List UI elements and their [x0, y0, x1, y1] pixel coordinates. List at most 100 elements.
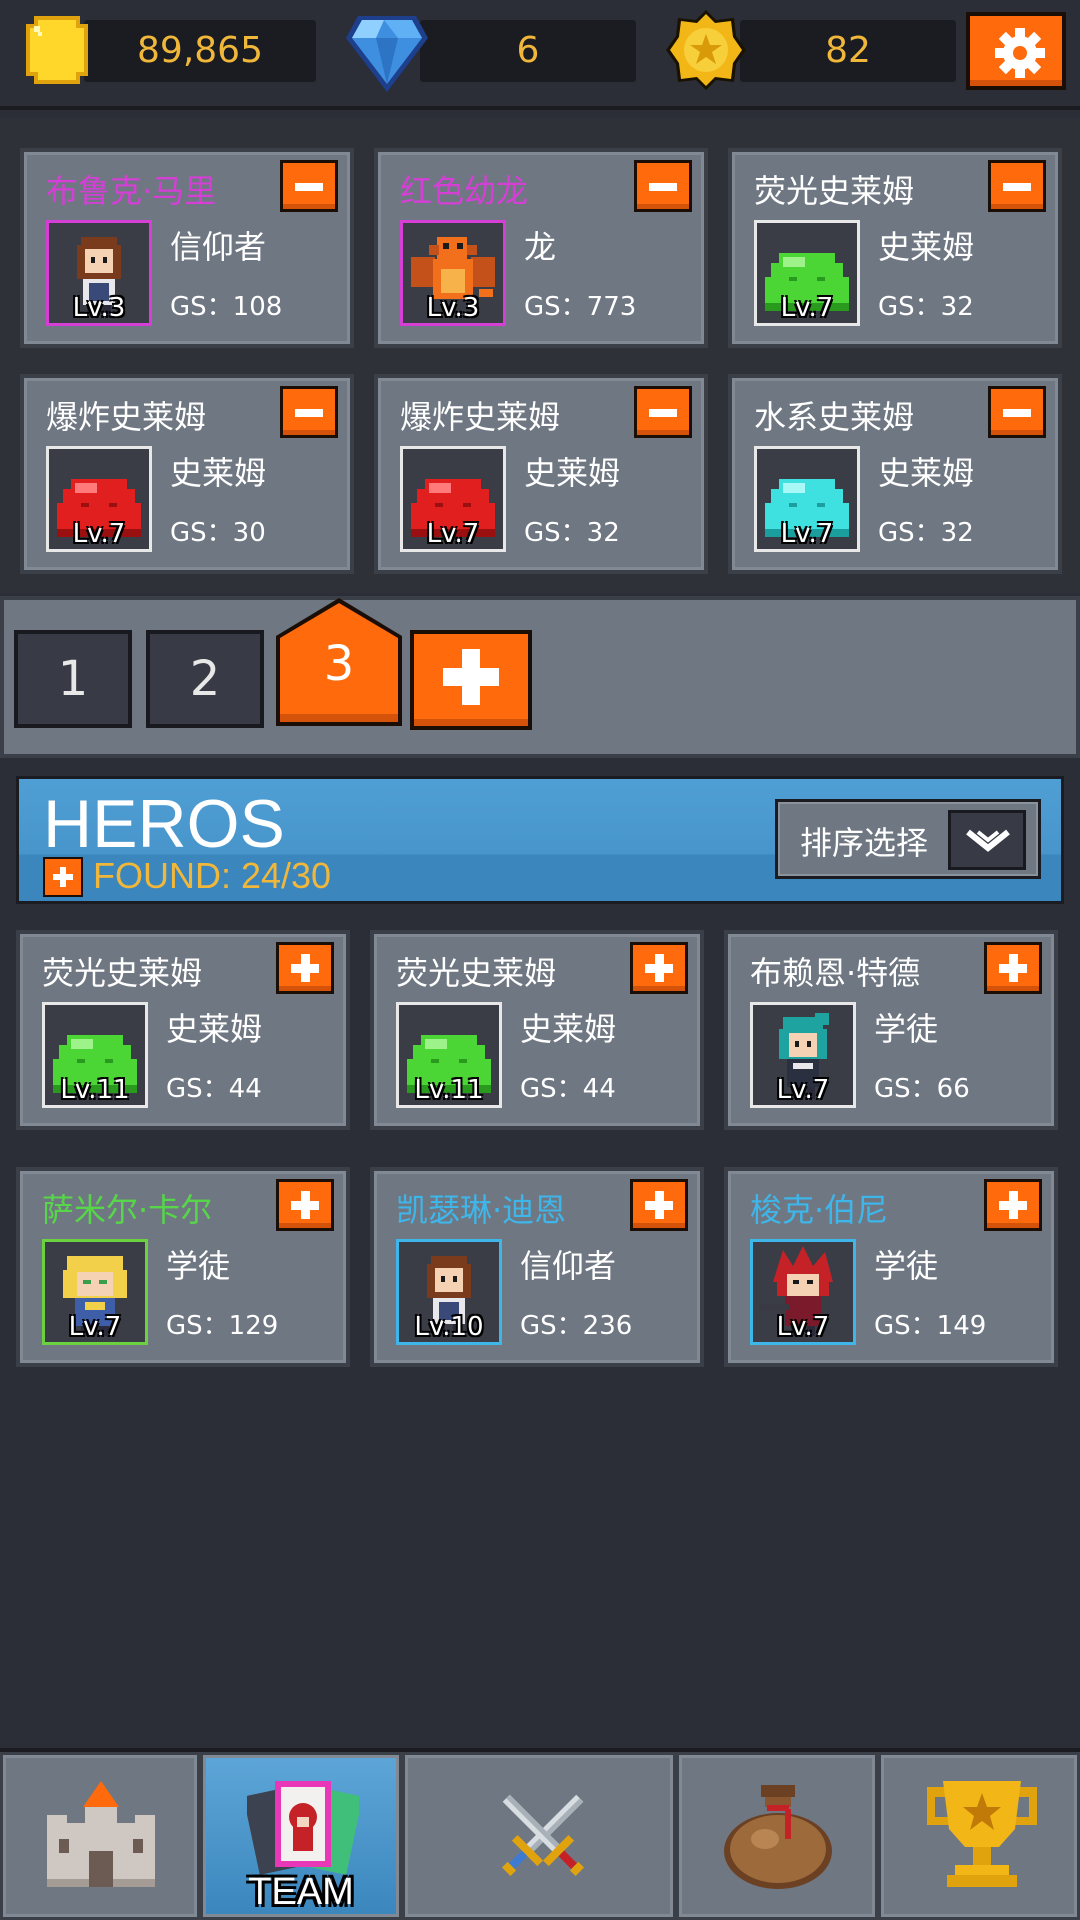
gold-coin-icon	[26, 16, 88, 84]
minus-icon	[295, 409, 323, 417]
crossed-swords-icon	[501, 1794, 585, 1877]
character-portrait: Lv.7	[46, 446, 152, 552]
nav-battle[interactable]	[402, 1752, 676, 1920]
team-tab-1[interactable]: 1	[14, 630, 132, 728]
character-level: Lv.3	[426, 293, 480, 323]
add-to-team-button[interactable]	[276, 942, 334, 994]
trophy-icon	[927, 1781, 1037, 1887]
character-gear-score: GS：32	[878, 292, 974, 322]
nav-team[interactable]: TEAM	[200, 1752, 402, 1920]
character-level: Lv.7	[426, 519, 480, 549]
character-level: Lv.11	[414, 1075, 484, 1105]
character-name: 布赖恩·特德	[750, 954, 921, 992]
character-gear-score: GS：773	[524, 292, 637, 322]
character-level: Lv.10	[414, 1312, 484, 1342]
character-portrait: Lv.7	[750, 1002, 856, 1108]
hero-card[interactable]: 梭克·伯尼 Lv.7 学徒 GS：149	[724, 1167, 1058, 1367]
team-member-card[interactable]: 荧光史莱姆 Lv.7 史莱姆 GS：32	[728, 148, 1062, 348]
sort-label: 排序选择	[800, 824, 929, 862]
remove-from-team-button[interactable]	[988, 386, 1046, 438]
star-token-amount: 82	[825, 30, 871, 71]
gold-amount: 89,865	[137, 30, 263, 71]
diamond-gem-icon	[346, 16, 428, 92]
character-portrait: Lv.7	[400, 446, 506, 552]
character-portrait: Lv.7	[754, 220, 860, 326]
team-member-card[interactable]: 爆炸史莱姆 Lv.7 史莱姆 GS：32	[374, 374, 708, 574]
team-member-card[interactable]: 布鲁克·马里 Lv.3 信仰者 GS：108	[20, 148, 354, 348]
found-plus-icon[interactable]	[43, 857, 83, 897]
character-class: 龙	[524, 228, 557, 266]
character-class: 史莱姆	[524, 454, 621, 492]
team-tab-bar: 1 2 3	[0, 596, 1080, 758]
character-level: Lv.7	[780, 519, 834, 549]
character-class: 史莱姆	[878, 228, 975, 266]
team-tab-3-label: 3	[323, 636, 355, 692]
character-portrait: Lv.11	[42, 1002, 148, 1108]
team-cards-icon	[247, 1781, 359, 1875]
character-class: 史莱姆	[170, 454, 267, 492]
character-class: 学徒	[166, 1247, 231, 1285]
character-level: Lv.7	[68, 1312, 122, 1342]
remove-from-team-button[interactable]	[634, 160, 692, 212]
character-portrait: Lv.3	[46, 220, 152, 326]
sort-select-button[interactable]: 排序选择	[775, 799, 1041, 879]
add-to-team-button[interactable]	[630, 1179, 688, 1231]
character-portrait: Lv.7	[42, 1239, 148, 1345]
castle-icon	[47, 1781, 155, 1887]
remove-from-team-button[interactable]	[988, 160, 1046, 212]
character-gear-score: GS：44	[166, 1074, 262, 1104]
team-tab-2[interactable]: 2	[146, 630, 264, 728]
character-gear-score: GS：236	[520, 1311, 633, 1341]
character-class: 信仰者	[520, 1247, 617, 1285]
heroes-found-count: FOUND: 24/30	[93, 855, 332, 896]
character-gear-score: GS：108	[170, 292, 283, 322]
team-member-card[interactable]: 水系史莱姆 Lv.7 史莱姆 GS：32	[728, 374, 1062, 574]
character-class: 史莱姆	[878, 454, 975, 492]
minus-icon	[1003, 409, 1031, 417]
character-class: 史莱姆	[520, 1010, 617, 1048]
character-name: 水系史莱姆	[754, 398, 915, 436]
add-to-team-button[interactable]	[984, 1179, 1042, 1231]
nav-achievements[interactable]	[878, 1752, 1080, 1920]
add-to-team-button[interactable]	[276, 1179, 334, 1231]
team-member-card[interactable]: 红色幼龙 Lv.3 龙 GS：773	[374, 148, 708, 348]
hero-card[interactable]: 萨米尔·卡尔 Lv.7 学徒 GS：129	[16, 1167, 350, 1367]
team-tab-3-active[interactable]: 3	[274, 596, 404, 728]
gold-counter: 89,865	[84, 20, 316, 82]
character-gear-score: GS：32	[524, 518, 620, 548]
hero-card[interactable]: 荧光史莱姆 Lv.11 史莱姆 GS：44	[370, 930, 704, 1130]
hero-card[interactable]: 荧光史莱姆 Lv.11 史莱姆 GS：44	[16, 930, 350, 1130]
gem-amount: 6	[516, 30, 540, 71]
hero-card[interactable]: 布赖恩·特德 Lv.7 学徒 GS：66	[724, 930, 1058, 1130]
star-coin-icon	[666, 10, 746, 90]
character-level: Lv.7	[780, 293, 834, 323]
character-gear-score: GS：30	[170, 518, 266, 548]
remove-from-team-button[interactable]	[634, 386, 692, 438]
character-class: 信仰者	[170, 228, 267, 266]
character-gear-score: GS：32	[878, 518, 974, 548]
add-to-team-button[interactable]	[630, 942, 688, 994]
character-name: 凯瑟琳·迪恩	[396, 1191, 567, 1229]
team-member-card[interactable]: 爆炸史莱姆 Lv.7 史莱姆 GS：30	[20, 374, 354, 574]
character-class: 学徒	[874, 1010, 939, 1048]
minus-icon	[649, 409, 677, 417]
settings-button[interactable]	[966, 12, 1066, 90]
character-name: 荧光史莱姆	[754, 172, 915, 210]
character-name: 爆炸史莱姆	[400, 398, 561, 436]
character-level: Lv.7	[776, 1075, 830, 1105]
heroes-header: HEROS FOUND: 24/30 排序选择	[16, 776, 1064, 904]
hero-card[interactable]: 凯瑟琳·迪恩 Lv.10 信仰者 GS：236	[370, 1167, 704, 1367]
remove-from-team-button[interactable]	[280, 160, 338, 212]
bottom-nav: TEAM	[0, 1748, 1080, 1920]
character-portrait: Lv.7	[750, 1239, 856, 1345]
character-name: 红色幼龙	[400, 172, 529, 210]
character-class: 学徒	[874, 1247, 939, 1285]
nav-inventory[interactable]	[676, 1752, 878, 1920]
gem-counter: 6	[420, 20, 636, 82]
gear-icon	[995, 28, 1045, 78]
add-to-team-button[interactable]	[984, 942, 1042, 994]
remove-from-team-button[interactable]	[280, 386, 338, 438]
nav-castle[interactable]	[0, 1752, 200, 1920]
add-team-button[interactable]	[410, 630, 532, 730]
minus-icon	[649, 183, 677, 191]
